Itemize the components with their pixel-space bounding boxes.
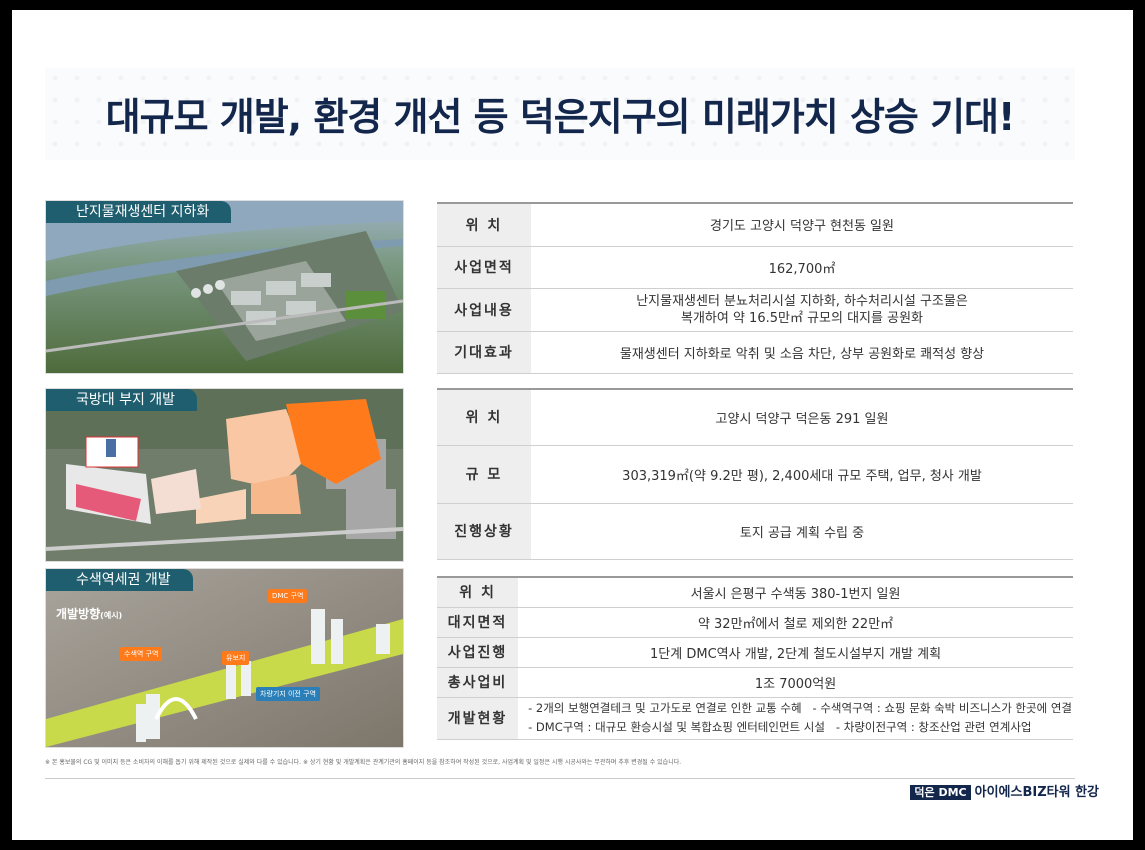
row-key: 총사업비 — [437, 667, 519, 698]
map-tag-dmc: DMC 구역 — [268, 589, 308, 603]
table-row: 위 치 경기도 고양시 덕양구 현천동 일원 — [437, 202, 1073, 247]
map-label: 개발방향(예시) — [56, 605, 122, 622]
row-value: 약 32만㎡에서 철로 제외한 22만㎡ — [518, 607, 1073, 638]
row-value: 서울시 은평구 수색동 380-1번지 일원 — [518, 576, 1073, 608]
section-tag: 국방대 부지 개발 — [46, 389, 198, 411]
table-row: 위 치 서울시 은평구 수색동 380-1번지 일원 — [437, 576, 1073, 608]
map-tag-susaek: 수색역 구역 — [120, 647, 163, 661]
table-row: 기대효과 물재생센터 지하화로 악취 및 소음 차단, 상부 공원화로 쾌적성 … — [437, 331, 1073, 374]
row-key: 대지면적 — [437, 607, 519, 638]
row-value: 물재생센터 지하화로 악취 및 소음 차단, 상부 공원화로 쾌적성 향상 — [531, 331, 1073, 374]
row-key: 개발현황 — [437, 697, 519, 740]
row-value: 1단계 DMC역사 개발, 2단계 철도시설부지 개발 계획 — [518, 637, 1073, 668]
row-value: 303,319㎡(약 9.2만 평), 2,400세대 규모 주택, 업무, 청… — [531, 445, 1073, 504]
row-key: 사업내용 — [437, 288, 531, 332]
section-defense-univ: 국방대 부지 개발 위 치 고양시 덕양구 덕은동 291 일원 규 모 303… — [45, 380, 1075, 562]
row-value: 경기도 고양시 덕양구 현천동 일원 — [531, 202, 1073, 247]
nanji-info-table: 위 치 경기도 고양시 덕양구 현천동 일원 사업면적 162,700㎡ 사업내… — [437, 202, 1073, 374]
nanji-aerial-photo: 난지물재생센터 지하화 — [45, 200, 404, 374]
table-row: 개발현황 - 2개의 보행연결테크 및 고가도로 연결로 인한 교통 수혜 - … — [437, 697, 1073, 740]
row-key: 사업면적 — [437, 246, 531, 289]
section-susaek: 수색역세권 개발 개발방향(예시) DMC 구역 수색역 구역 유보지 차량기지… — [45, 568, 1075, 748]
map-tag-reserve: 유보지 — [222, 651, 250, 665]
development-map-image — [46, 389, 403, 561]
row-value: - 2개의 보행연결테크 및 고가도로 연결로 인한 교통 수혜 - 수색역구역… — [518, 697, 1073, 740]
row-value: 1조 7000억원 — [518, 667, 1073, 698]
defense-univ-map: 국방대 부지 개발 — [45, 388, 404, 562]
defense-univ-info-table: 위 치 고양시 덕양구 덕은동 291 일원 규 모 303,319㎡(약 9.… — [437, 388, 1073, 560]
page-title: 대규모 개발, 환경 개선 등 덕은지구의 미래가치 상승 기대! — [105, 95, 1016, 139]
table-row: 대지면적 약 32만㎡에서 철로 제외한 22만㎡ — [437, 607, 1073, 638]
row-key: 규 모 — [437, 445, 531, 504]
table-row: 총사업비 1조 7000억원 — [437, 667, 1073, 698]
table-row: 사업내용 난지물재생센터 분뇨처리시설 지하화, 하수처리시설 구조물은 복개하… — [437, 288, 1073, 332]
section-nanji: 난지물재생센터 지하화 위 치 경기도 고양시 덕양구 현천동 일원 사업면적 … — [45, 192, 1075, 374]
table-row: 진행상황 토지 공급 계획 수립 중 — [437, 503, 1073, 560]
brand-name: 아이에스BIZ타워 한강 — [974, 785, 1099, 800]
row-key: 위 치 — [437, 388, 531, 446]
row-key: 위 치 — [437, 202, 531, 247]
section-tag: 난지물재생센터 지하화 — [46, 201, 232, 223]
table-row: 규 모 303,319㎡(약 9.2만 평), 2,400세대 규모 주택, 업… — [437, 445, 1073, 504]
section-tag: 수색역세권 개발 — [46, 569, 193, 591]
table-row: 사업진행 1단계 DMC역사 개발, 2단계 철도시설부지 개발 계획 — [437, 637, 1073, 668]
row-key: 진행상황 — [437, 503, 531, 560]
susaek-rendering: 수색역세권 개발 개발방향(예시) DMC 구역 수색역 구역 유보지 차량기지… — [45, 568, 404, 748]
aerial-image — [46, 201, 403, 373]
row-key: 기대효과 — [437, 331, 531, 374]
brand-box: 덕은 DMC — [910, 785, 971, 800]
map-label-sub: (예시) — [100, 611, 123, 620]
divider — [45, 778, 1075, 779]
row-key: 위 치 — [437, 576, 519, 608]
row-key: 사업진행 — [437, 637, 519, 668]
title-banner: 대규모 개발, 환경 개선 등 덕은지구의 미래가치 상승 기대! — [45, 68, 1075, 160]
row-value: 난지물재생센터 분뇨처리시설 지하화, 하수처리시설 구조물은 복개하여 약 1… — [531, 288, 1073, 332]
map-label-text: 개발방향 — [56, 607, 101, 621]
footnote: ※ 본 홍보물의 CG 및 이미지 등은 소비자의 이해를 돕기 위해 제작된 … — [45, 759, 682, 766]
map-tag-depot: 차량기지 이전 구역 — [256, 687, 320, 701]
brand-logo: 덕은 DMC 아이에스BIZ타워 한강 — [910, 781, 1099, 800]
table-row: 위 치 고양시 덕양구 덕은동 291 일원 — [437, 388, 1073, 446]
row-value: 고양시 덕양구 덕은동 291 일원 — [531, 388, 1073, 446]
row-value: 토지 공급 계획 수립 중 — [531, 503, 1073, 560]
row-value: 162,700㎡ — [531, 246, 1073, 289]
table-row: 사업면적 162,700㎡ — [437, 246, 1073, 289]
susaek-info-table: 위 치 서울시 은평구 수색동 380-1번지 일원 대지면적 약 32만㎡에서… — [437, 576, 1073, 740]
